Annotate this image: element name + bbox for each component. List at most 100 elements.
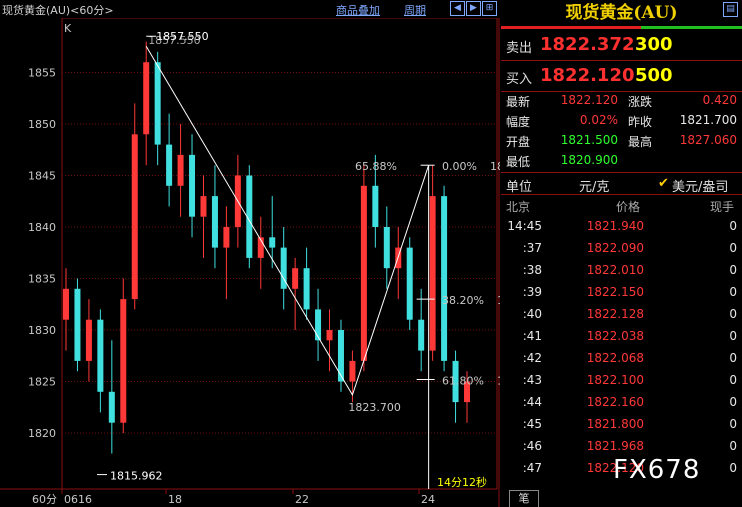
tick-price: 1822.160 [586, 395, 644, 409]
tick-price: 1822.150 [586, 285, 644, 299]
candle-body [189, 154, 196, 217]
candlestick-chart[interactable]: K 1855 1850 1845 1840 1835 1830 1825 1820 60分 0616… [0, 0, 500, 507]
swing-low-label: 1823.700 [348, 401, 401, 414]
arrow-left-icon[interactable]: ◀ [450, 1, 465, 16]
tick-volume: 0 [729, 329, 737, 343]
candle-body [223, 227, 230, 248]
tick-price: 1822.038 [586, 329, 644, 343]
period-link[interactable]: 周期 [404, 2, 426, 18]
wave-line [145, 45, 430, 397]
countdown-label: 14分12秒 [437, 475, 487, 489]
y-tick-label: 1855 [28, 67, 56, 80]
candle-body [429, 196, 436, 351]
tick-price: 1821.800 [586, 417, 644, 431]
ticks-header-time: 北京 [506, 200, 531, 214]
tick-volume: 0 [729, 241, 737, 255]
watermark-logo: FX678 [613, 455, 701, 485]
ticks-header-price: 价格 [616, 200, 641, 214]
tick-time: :40 [522, 307, 542, 321]
tick-row[interactable]: :37 1822.090 0 [501, 238, 742, 258]
tick-time: :46 [522, 439, 542, 453]
candle-body [166, 144, 173, 186]
candle-body [303, 268, 310, 310]
y-tick-label: 1845 [28, 170, 56, 183]
fib-label: 61.80% [442, 374, 484, 387]
tick-row[interactable]: :43 1822.100 0 [501, 370, 742, 390]
candle-body [418, 319, 425, 351]
x-tick-label: 0616 [64, 493, 92, 506]
tick-row[interactable]: :39 1822.150 0 [501, 282, 742, 302]
tick-volume: 0 [729, 285, 737, 299]
stat-value: 1821.500 [560, 133, 618, 147]
tick-row[interactable]: :42 1822.068 0 [501, 348, 742, 368]
high-marker: 1857.550 [156, 30, 209, 43]
tick-time: :42 [522, 351, 542, 365]
tick-row[interactable]: :44 1822.160 0 [501, 392, 742, 412]
tick-volume: 0 [729, 263, 737, 277]
tick-price: 1822.100 [586, 373, 644, 387]
usd-unit-option[interactable]: 美元/盎司 [672, 176, 728, 195]
y-tick-label: 1850 [28, 118, 56, 131]
buy-volume: 500 [635, 65, 673, 86]
tick-time: :47 [522, 461, 542, 475]
sell-price: 1822.372 [540, 34, 635, 55]
tick-volume: 0 [729, 219, 737, 233]
candle-body [315, 309, 322, 341]
tick-time: :41 [522, 329, 542, 343]
candle-body [349, 360, 356, 382]
stat-value: 0.02% [579, 113, 618, 127]
candle-body [154, 62, 161, 145]
ticks-header-volume: 现手 [710, 200, 735, 214]
x-tick-label: 24 [421, 493, 435, 506]
fib-label: 0.00% [442, 160, 477, 173]
tick-row[interactable]: :41 1822.038 0 [501, 326, 742, 346]
period-label: 60分 [32, 493, 57, 506]
chart-toolbar: 现货黄金(AU)<60分> 商品叠加 周期 ◀ ▶ ⊞ [0, 0, 500, 18]
candle-body [211, 196, 218, 248]
tab-trades[interactable]: 笔 [509, 490, 539, 507]
stat-label: 幅度 [506, 115, 531, 129]
panel-title: 现货黄金(AU) [565, 3, 678, 23]
y-tick-label: 1835 [28, 273, 56, 286]
overlay-commodity-link[interactable]: 商品叠加 [336, 2, 380, 18]
candle-body [85, 319, 92, 361]
tick-row[interactable]: 14:45 1821.940 0 [501, 216, 742, 236]
candle-body [97, 319, 104, 392]
candle-body [120, 299, 127, 423]
stat-label: 最高 [628, 135, 653, 149]
tick-row[interactable]: :40 1822.128 0 [501, 304, 742, 324]
indicator-label: K [64, 22, 72, 35]
stat-value: 0.420 [702, 93, 737, 107]
unit-value: 元/克 [579, 180, 610, 195]
tick-volume: 0 [729, 373, 737, 387]
tick-price: 1822.068 [586, 351, 644, 365]
candle-body [441, 196, 448, 361]
tick-row[interactable]: :38 1822.010 0 [501, 260, 742, 280]
candle-body [74, 288, 81, 361]
fib-side-value: 18 [490, 160, 500, 173]
arrow-right-icon[interactable]: ▶ [466, 1, 481, 16]
settings-icon[interactable]: ▤ [723, 2, 738, 17]
stat-label: 最低 [506, 155, 531, 169]
stat-label: 最新 [506, 95, 531, 109]
usd-checkbox-icon[interactable]: ✔ [658, 176, 669, 191]
candle-body [131, 134, 138, 300]
quote-panel: 现货黄金(AU) ▤ 卖出 1822.372 300 买入 1822.120 5… [501, 0, 742, 507]
tick-row[interactable]: :46 1821.968 0 [501, 436, 742, 456]
candle-body [326, 330, 333, 341]
candle-body [337, 330, 344, 382]
tick-time: :39 [522, 285, 542, 299]
tick-volume: 0 [729, 461, 737, 475]
tick-price: 1822.090 [586, 241, 644, 255]
divider [501, 194, 742, 195]
candle-body [360, 185, 367, 361]
candle-body [63, 288, 69, 320]
candle-body [292, 268, 299, 289]
tick-row[interactable]: :45 1821.800 0 [501, 414, 742, 434]
tick-time: 14:45 [507, 219, 542, 233]
tick-price: 1822.128 [586, 307, 644, 321]
divider [501, 91, 742, 92]
zoom-in-icon[interactable]: ⊞ [482, 1, 497, 16]
stat-value: 1827.060 [679, 133, 737, 147]
stat-label: 开盘 [506, 135, 531, 149]
